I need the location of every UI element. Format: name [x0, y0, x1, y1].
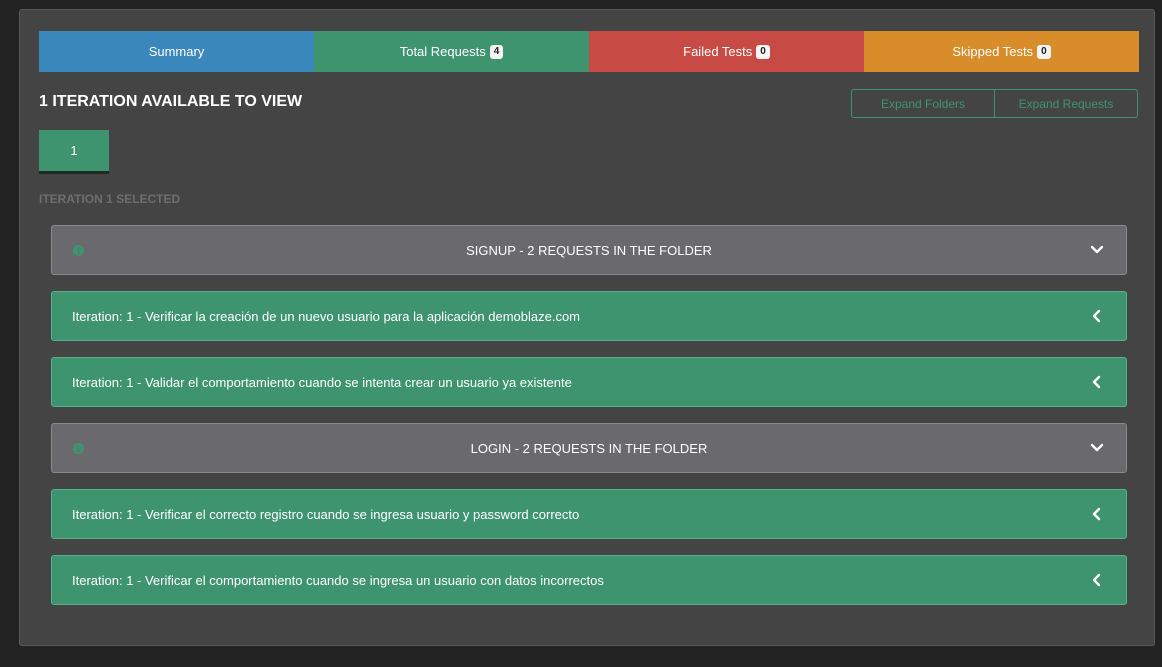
request-title: Iteration: 1 - Verificar el comportamien…: [72, 572, 604, 588]
folder-signup[interactable]: i SIGNUP - 2 REQUESTS IN THE FOLDER: [51, 225, 1127, 275]
info-icon: i: [73, 443, 84, 454]
expand-folders-button[interactable]: Expand Folders: [851, 89, 995, 118]
chevron-left-icon: [1092, 375, 1101, 389]
tab-summary[interactable]: Summary: [39, 31, 314, 72]
chevron-left-icon: [1092, 573, 1101, 587]
folder-title: SIGNUP - 2 REQUESTS IN THE FOLDER: [466, 242, 712, 258]
report-panel: Summary Total Requests 4 Failed Tests 0 …: [19, 9, 1155, 646]
request-row[interactable]: Iteration: 1 - Verificar la creación de …: [51, 291, 1127, 341]
tab-failed-tests[interactable]: Failed Tests 0: [589, 31, 864, 72]
chevron-down-icon: [1090, 443, 1104, 452]
expand-requests-button[interactable]: Expand Requests: [995, 89, 1138, 118]
expand-button-group: Expand Folders Expand Requests: [851, 89, 1138, 118]
tab-skipped-tests-label: Skipped Tests: [952, 44, 1034, 59]
chevron-down-icon: [1090, 245, 1104, 254]
summary-tabs: Summary Total Requests 4 Failed Tests 0 …: [39, 31, 1139, 72]
iteration-1-button[interactable]: 1: [39, 130, 109, 174]
request-row[interactable]: Iteration: 1 - Verificar el correcto reg…: [51, 489, 1127, 539]
request-title: Iteration: 1 - Verificar la creación de …: [72, 308, 581, 324]
tab-skipped-tests[interactable]: Skipped Tests 0: [864, 31, 1139, 72]
total-requests-badge: 4: [489, 44, 504, 59]
folder-title: LOGIN - 2 REQUESTS IN THE FOLDER: [470, 440, 708, 456]
tab-total-requests[interactable]: Total Requests 4: [314, 31, 589, 72]
folder-login[interactable]: i LOGIN - 2 REQUESTS IN THE FOLDER: [51, 423, 1127, 473]
skipped-tests-badge: 0: [1037, 44, 1051, 59]
tab-total-requests-label: Total Requests: [399, 44, 486, 59]
request-title: Iteration: 1 - Verificar el correcto reg…: [72, 506, 580, 522]
request-title: Iteration: 1 - Validar el comportamiento…: [72, 374, 572, 390]
info-icon: i: [73, 245, 84, 256]
tab-failed-tests-label: Failed Tests: [683, 44, 753, 59]
request-row[interactable]: Iteration: 1 - Verificar el comportamien…: [51, 555, 1127, 605]
failed-tests-badge: 0: [756, 44, 770, 59]
iteration-selected-label: ITERATION 1 SELECTED: [39, 192, 181, 206]
request-row[interactable]: Iteration: 1 - Validar el comportamiento…: [51, 357, 1127, 407]
chevron-left-icon: [1092, 507, 1101, 521]
tab-summary-label: Summary: [148, 44, 205, 59]
chevron-left-icon: [1092, 309, 1101, 323]
iterations-heading: 1 ITERATION AVAILABLE TO VIEW: [39, 93, 303, 110]
